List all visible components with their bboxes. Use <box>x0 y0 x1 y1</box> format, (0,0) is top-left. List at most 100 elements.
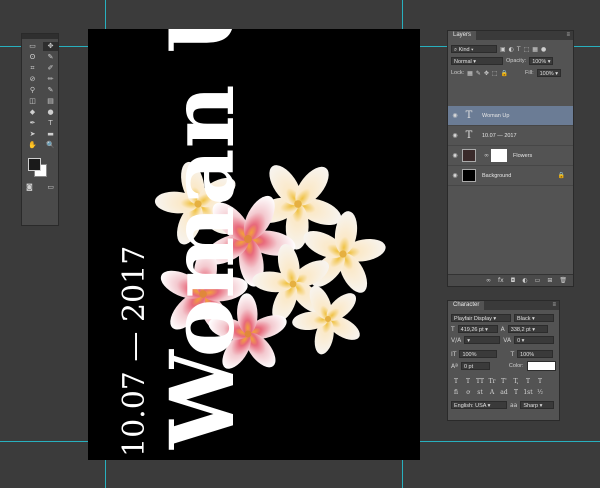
vertical-scale-field[interactable]: 100% <box>459 350 498 358</box>
gradient-icon[interactable]: ▤ <box>43 97 58 106</box>
opentype-feature-button[interactable]: ad <box>499 389 509 396</box>
filter-shape-icon[interactable]: ⬚ <box>524 46 530 53</box>
link-icon[interactable]: ∞ <box>486 277 491 284</box>
fill-label: Fill: <box>525 70 534 76</box>
leading-field[interactable]: 338,2 pt ▾ <box>507 325 548 333</box>
visibility-eye-icon[interactable]: ◉ <box>448 172 462 179</box>
visibility-eye-icon[interactable]: ◉ <box>448 132 462 139</box>
filter-smart-icon[interactable]: ▦ <box>532 46 538 53</box>
font-family-select[interactable]: Playfair Display ▾ <box>451 314 511 322</box>
crop-icon[interactable]: ⌗ <box>25 64 40 73</box>
filter-toggle-icon[interactable]: ● <box>541 46 546 53</box>
antialias-icon: aa <box>510 401 518 409</box>
quick-mask-icon[interactable]: ◙ <box>26 183 33 191</box>
opentype-feature-button[interactable]: fi <box>451 389 461 396</box>
eraser-icon[interactable]: ◫ <box>25 97 40 106</box>
panel-menu-icon[interactable]: ≡ <box>563 31 573 40</box>
opentype-feature-button[interactable]: ½ <box>535 389 545 396</box>
hand-icon[interactable]: ✋ <box>25 141 40 150</box>
lasso-icon[interactable]: ʘ <box>25 53 40 62</box>
layer-row-woman-up[interactable]: ◉ T Woman Up <box>448 106 573 126</box>
layer-mask-thumbnail[interactable] <box>491 149 507 162</box>
layers-tab[interactable]: Layers <box>448 31 477 40</box>
kerning-field[interactable]: ▾ <box>464 336 501 344</box>
fx-icon[interactable]: fx <box>498 277 504 284</box>
language-select[interactable]: English: USA ▾ <box>451 401 507 409</box>
character-panel: Character ≡ Playfair Display ▾ Black ▾ T… <box>447 300 560 421</box>
text-layer-thumbnail-icon: T <box>465 110 473 121</box>
path-select-icon[interactable]: ➤ <box>25 130 40 139</box>
layer-row-date[interactable]: ◉ T 10.07 — 2017 <box>448 126 573 146</box>
layer-name: Background <box>482 172 512 179</box>
stamp-icon[interactable]: ⚲ <box>25 86 40 95</box>
opentype-feature-button[interactable]: ơ <box>463 389 473 396</box>
visibility-eye-icon[interactable]: ◉ <box>448 112 462 119</box>
trash-icon[interactable]: 🗑 <box>559 277 567 284</box>
antialias-select[interactable]: Sharp ▾ <box>520 401 555 409</box>
history-brush-icon[interactable]: ✎ <box>43 86 58 95</box>
mask-icon[interactable]: ◘ <box>511 277 516 284</box>
chain-link-icon[interactable]: ∞ <box>484 152 489 159</box>
document-canvas[interactable]: Woman Up 10.07 — 2017 <box>88 29 420 460</box>
layer-filter-select[interactable]: ⌕ Kind ▾ <box>451 45 497 53</box>
adjustment-icon[interactable]: ◐ <box>522 277 527 284</box>
eyedropper-icon[interactable]: ✐ <box>43 64 58 73</box>
type-style-button[interactable]: T <box>451 378 461 385</box>
fill-field[interactable]: 100% ▾ <box>536 69 561 77</box>
panel-menu-icon[interactable]: ≡ <box>549 301 559 310</box>
baseline-shift-field[interactable]: 0 pt <box>460 362 490 370</box>
foreground-color-swatch[interactable] <box>28 158 41 171</box>
opacity-field[interactable]: 100% ▾ <box>529 57 554 65</box>
character-tab[interactable]: Character <box>448 301 485 310</box>
type-style-button[interactable]: T, <box>511 378 521 385</box>
opentype-feature-button[interactable]: 1st <box>523 389 533 396</box>
color-swatches[interactable] <box>25 156 55 180</box>
type-style-button[interactable]: T <box>535 378 545 385</box>
horizontal-scale-field[interactable]: 100% <box>517 350 554 358</box>
move-tool-icon[interactable]: ✥ <box>43 42 58 51</box>
rectangle-icon[interactable]: ▬ <box>43 130 58 139</box>
font-size-field[interactable]: 419,26 pt ▾ <box>457 325 498 333</box>
move-icon[interactable]: ▭ <box>25 42 40 51</box>
filter-adjust-icon[interactable]: ◐ <box>509 46 514 53</box>
pen-icon[interactable]: ✒ <box>25 119 40 128</box>
font-style-select[interactable]: Black ▾ <box>514 314 554 322</box>
horizontal-scale-icon: T <box>510 350 515 358</box>
type-style-button[interactable]: Tr <box>487 378 497 385</box>
lock-transparent-icon[interactable]: ▦ <box>467 70 473 77</box>
type-style-button[interactable]: T <box>463 378 473 385</box>
tracking-field[interactable]: 0 ▾ <box>514 336 555 344</box>
blur-icon[interactable]: ◆ <box>25 108 40 117</box>
opentype-feature-button[interactable]: st <box>475 389 485 396</box>
opentype-feature-button[interactable]: A <box>487 389 497 396</box>
zoom-icon[interactable]: 🔍 <box>43 141 58 150</box>
layer-name: Flowers <box>513 152 533 159</box>
poster-date-text[interactable]: 10.07 — 2017 <box>117 246 152 457</box>
layer-list: ◉ T Woman Up ◉ T 10.07 — 2017 ◉ ∞ Flower… <box>448 106 573 186</box>
poster-title-text[interactable]: Woman Up <box>150 29 254 449</box>
lock-pixels-icon[interactable]: ✎ <box>476 70 481 77</box>
layer-row-background[interactable]: ◉ Background 🔒 <box>448 166 573 186</box>
new-layer-icon[interactable]: ⊞ <box>547 277 552 284</box>
type-icon[interactable]: T <box>43 119 58 128</box>
folder-icon[interactable]: ▭ <box>535 277 541 284</box>
lock-position-icon[interactable]: ✥ <box>484 70 489 77</box>
type-style-button[interactable]: TT <box>475 378 485 385</box>
healing-icon[interactable]: ⊘ <box>25 75 40 84</box>
screen-mode-icon[interactable]: ▭ <box>47 183 54 191</box>
filter-pixel-icon[interactable]: ▣ <box>500 46 506 53</box>
filter-type-icon[interactable]: T <box>517 46 521 53</box>
dodge-icon[interactable]: ● <box>43 108 58 117</box>
magic-wand-icon[interactable]: ✎ <box>43 53 58 62</box>
blend-mode-select[interactable]: Normal ▾ <box>451 57 503 65</box>
type-style-button[interactable]: T <box>523 378 533 385</box>
brush-icon[interactable]: ✏ <box>43 75 58 84</box>
lock-all-icon[interactable]: 🔒 <box>501 70 508 77</box>
layer-row-flowers[interactable]: ◉ ∞ Flowers <box>448 146 573 166</box>
visibility-eye-icon[interactable]: ◉ <box>448 152 462 159</box>
type-style-button[interactable]: T' <box>499 378 509 385</box>
opentype-feature-button[interactable]: T <box>511 389 521 396</box>
baseline-shift-icon: Aª <box>451 362 458 370</box>
lock-artboard-icon[interactable]: ⬚ <box>492 70 498 77</box>
text-color-swatch[interactable] <box>526 361 556 371</box>
